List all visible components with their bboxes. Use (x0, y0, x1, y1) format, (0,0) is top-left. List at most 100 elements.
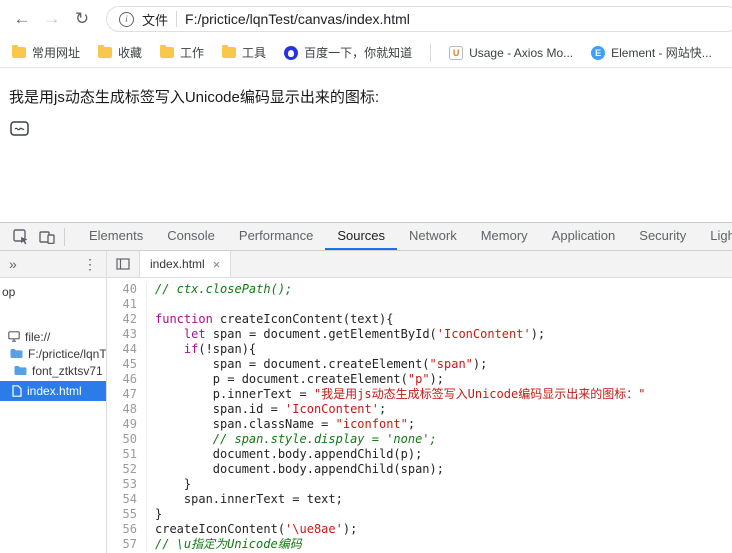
line-number: 46 (107, 372, 147, 387)
code-text: createIconContent('\ue8ae'); (155, 522, 358, 536)
code-text: p = document.createElement("p"); (155, 372, 445, 386)
code-line: 42 function createIconContent(text){ (107, 312, 732, 327)
code-lines: 40 // ctx.closePath(); 41 42 function create… (107, 282, 732, 552)
forward-icon[interactable]: → (40, 9, 64, 29)
bookmark-label: Element - 网站快... (611, 46, 712, 60)
bookmark-label: 工作 (180, 46, 205, 60)
devtools-tab-security[interactable]: Security (627, 223, 698, 250)
toolbar-separator (64, 227, 65, 246)
unicode-generated-icon (10, 120, 29, 142)
line-number: 51 (107, 447, 147, 462)
address-bar[interactable]: i 文件 F:/prictice/lqnTest/canvas/index.ht… (106, 6, 732, 32)
sources-body: op file:// F:/prictice/lqnT font_ztktsv71in… (0, 278, 732, 553)
line-number: 45 (107, 357, 147, 372)
code-text: function createIconContent(text){ (155, 312, 394, 326)
code-text: } (155, 507, 163, 521)
code-line: 46 p = document.createElement("p"); (107, 372, 732, 387)
code-text: if(!span){ (183, 342, 257, 356)
folder-icon (160, 45, 175, 58)
code-text: p.innerText = "我是用js动态生成标签写入Unicode编码显示出… (155, 387, 646, 401)
bookmark-gongzuo[interactable]: 工作 (160, 44, 204, 61)
navigator-item-op[interactable]: op (0, 283, 106, 300)
line-number: 49 (107, 417, 147, 432)
more-panels-icon[interactable]: » (9, 256, 17, 272)
code-line: 47 p.innerText = "我是用js动态生成标签写入Unicode编码… (107, 387, 732, 402)
browser-toolbar: ← → ↻ i 文件 F:/prictice/lqnTest/canvas/in… (0, 0, 732, 38)
line-number: 42 (107, 312, 147, 327)
monitor-icon (8, 331, 20, 342)
bookmark-label: 收藏 (118, 46, 143, 60)
page-info-icon[interactable]: i (119, 11, 134, 27)
bookmark-gongju[interactable]: 工具 (222, 44, 266, 61)
code-text: span = document.createElement("span"); (155, 357, 488, 371)
folder-icon (12, 45, 26, 58)
devtools-tab-application[interactable]: Application (540, 223, 628, 250)
devtools-tab-elements[interactable]: Elements (77, 223, 155, 250)
devtools-panel: Elements Console Performance Sources Network… (0, 222, 732, 553)
code-editor[interactable]: 40 // ctx.closePath(); 41 42 function create… (107, 278, 732, 553)
bookmark-baidu[interactable]: 百度一下，你就知道 (284, 44, 412, 61)
code-text: } (155, 477, 192, 491)
code-line: 43 let span = document.getElementById('I… (107, 327, 732, 342)
line-number: 43 (107, 327, 147, 342)
navigator-label: op (2, 284, 16, 299)
line-number: 57 (107, 537, 147, 552)
devtools-tab-console[interactable]: Console (155, 223, 227, 250)
code-line: 54 span.innerText = text; (107, 492, 732, 507)
folder-icon (10, 348, 23, 359)
bookmark-label: 常用网址 (32, 46, 81, 60)
code-line: 45 span = document.createElement("span")… (107, 357, 732, 372)
device-toolbar-icon[interactable] (34, 225, 60, 249)
navigator-item-f-prictice-lqnt[interactable]: F:/prictice/lqnT (0, 345, 106, 362)
file-tab-strip: index.html × (107, 251, 732, 277)
address-divider (176, 11, 178, 27)
close-tab-icon[interactable]: × (213, 257, 221, 272)
file-icon (12, 385, 22, 397)
code-line: 53 } (107, 477, 732, 492)
back-icon[interactable]: ← (10, 9, 34, 29)
line-number: 48 (107, 402, 147, 417)
line-number: 47 (107, 387, 147, 402)
bookmark-element[interactable]: E Element - 网站快... (591, 44, 712, 61)
line-number: 54 (107, 492, 147, 507)
bookmark-usage-axios[interactable]: U Usage - Axios Mo... (449, 45, 574, 60)
code-text: span.innerText = text; (155, 492, 343, 506)
bookmark-label: Usage - Axios Mo... (469, 45, 574, 60)
navigator-item-index-html[interactable]: index.html (0, 381, 106, 401)
code-line: 55} (107, 507, 732, 522)
browser-window: ← → ↻ i 文件 F:/prictice/lqnTest/canvas/in… (0, 0, 732, 553)
code-text: span.id = 'IconContent'; (155, 402, 387, 416)
devtools-tab-lighthouse[interactable]: Lighthouse (698, 223, 732, 250)
devtools-tab-sources[interactable]: Sources (325, 223, 398, 250)
line-number: 44 (107, 342, 147, 357)
navigator-tree: op file:// F:/prictice/lqnT font_ztktsv71in… (0, 278, 107, 553)
navigator-label: file:// (25, 329, 51, 344)
devtools-tab-memory[interactable]: Memory (469, 223, 540, 250)
navigator-item-file-[interactable]: file:// (0, 328, 106, 345)
code-text: // \u指定为Unicode编码 (155, 537, 302, 551)
bookmark-divider (430, 43, 432, 62)
navigator-label: index.html (27, 384, 82, 398)
navigator-toggle-icon[interactable] (107, 251, 139, 277)
code-text: // span.style.display = 'none'; (155, 432, 437, 446)
bookmarks-bar: 常用网址 收藏 工作 工具 百度一下，你就知道 U Usage - Axios Mo... E… (0, 38, 732, 68)
page-text: 我是用js动态生成标签写入Unicode编码显示出来的图标: (9, 89, 380, 106)
inspect-element-icon[interactable] (8, 225, 34, 249)
overflow-menu-icon[interactable]: ⋮ (83, 256, 97, 273)
file-tab-label: index.html (150, 257, 205, 271)
navigator-label: F:/prictice/lqnT (28, 346, 106, 361)
navigator-item-font-ztktsv71[interactable]: font_ztktsv71 (0, 362, 106, 379)
element-icon: E (591, 45, 606, 60)
folder-icon (222, 45, 237, 58)
navigator-label: font_ztktsv71 (32, 363, 103, 378)
devtools-tab-network[interactable]: Network (397, 223, 469, 250)
bookmark-label: 工具 (242, 46, 267, 60)
file-tab-index-html[interactable]: index.html × (139, 251, 232, 277)
bookmark-changyongwangzhi[interactable]: 常用网址 (12, 44, 80, 61)
code-text: let span = document.getElementById('Icon… (183, 327, 546, 341)
refresh-icon[interactable]: ↻ (70, 9, 94, 29)
code-line: 48 span.id = 'IconContent'; (107, 402, 732, 417)
devtools-tab-performance[interactable]: Performance (227, 223, 325, 250)
address-scheme-label: 文件 (142, 12, 169, 28)
bookmark-shoucang[interactable]: 收藏 (98, 44, 142, 61)
